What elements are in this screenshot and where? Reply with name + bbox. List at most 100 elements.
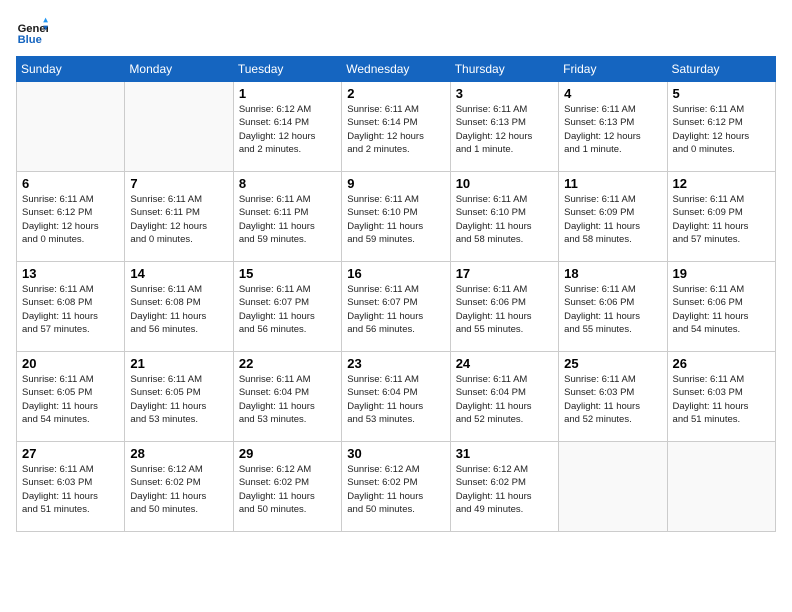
- day-info: Sunrise: 6:11 AM Sunset: 6:11 PM Dayligh…: [130, 193, 227, 246]
- calendar-cell: 10 Sunrise: 6:11 AM Sunset: 6:10 PM Dayli…: [450, 172, 558, 262]
- day-number: 13: [22, 266, 119, 281]
- day-header-saturday: Saturday: [667, 57, 775, 82]
- day-info: Sunrise: 6:11 AM Sunset: 6:12 PM Dayligh…: [22, 193, 119, 246]
- calendar-header-row: SundayMondayTuesdayWednesdayThursdayFrid…: [17, 57, 776, 82]
- day-info: Sunrise: 6:12 AM Sunset: 6:02 PM Dayligh…: [130, 463, 227, 516]
- week-row-2: 6Sunrise: 6:11 AM Sunset: 6:12 PM Daylig…: [17, 172, 776, 262]
- day-info: Sunrise: 6:11 AM Sunset: 6:13 PM Dayligh…: [564, 103, 661, 156]
- day-info: Sunrise: 6:11 AM Sunset: 6:13 PM Dayligh…: [456, 103, 553, 156]
- calendar-cell: 28 Sunrise: 6:12 AM Sunset: 6:02 PM Dayli…: [125, 442, 233, 532]
- calendar-cell: [17, 82, 125, 172]
- day-info: Sunrise: 6:11 AM Sunset: 6:06 PM Dayligh…: [456, 283, 553, 336]
- day-number: 4: [564, 86, 661, 101]
- day-number: 8: [239, 176, 336, 191]
- day-info: Sunrise: 6:11 AM Sunset: 6:10 PM Dayligh…: [347, 193, 444, 246]
- day-number: 20: [22, 356, 119, 371]
- calendar-table: SundayMondayTuesdayWednesdayThursdayFrid…: [16, 56, 776, 532]
- day-number: 27: [22, 446, 119, 461]
- calendar-cell: 16 Sunrise: 6:11 AM Sunset: 6:07 PM Dayli…: [342, 262, 450, 352]
- calendar-cell: 9 Sunrise: 6:11 AM Sunset: 6:10 PM Daylig…: [342, 172, 450, 262]
- day-header-sunday: Sunday: [17, 57, 125, 82]
- calendar-cell: 22 Sunrise: 6:11 AM Sunset: 6:04 PM Dayli…: [233, 352, 341, 442]
- day-number: 17: [456, 266, 553, 281]
- day-info: Sunrise: 6:11 AM Sunset: 6:08 PM Dayligh…: [22, 283, 119, 336]
- day-info: Sunrise: 6:11 AM Sunset: 6:05 PM Dayligh…: [22, 373, 119, 426]
- calendar-cell: 8 Sunrise: 6:11 AM Sunset: 6:11 PM Daylig…: [233, 172, 341, 262]
- calendar-cell: [559, 442, 667, 532]
- day-number: 5: [673, 86, 770, 101]
- calendar-cell: 15Sunrise: 6:11 AM Sunset: 6:07 PM Dayli…: [233, 262, 341, 352]
- day-info: Sunrise: 6:11 AM Sunset: 6:03 PM Dayligh…: [673, 373, 770, 426]
- calendar-cell: 7 Sunrise: 6:11 AM Sunset: 6:11 PM Daylig…: [125, 172, 233, 262]
- day-info: Sunrise: 6:12 AM Sunset: 6:02 PM Dayligh…: [347, 463, 444, 516]
- day-info: Sunrise: 6:12 AM Sunset: 6:02 PM Dayligh…: [456, 463, 553, 516]
- day-number: 7: [130, 176, 227, 191]
- calendar-cell: 26 Sunrise: 6:11 AM Sunset: 6:03 PM Dayli…: [667, 352, 775, 442]
- day-info: Sunrise: 6:11 AM Sunset: 6:14 PM Dayligh…: [347, 103, 444, 156]
- day-number: 24: [456, 356, 553, 371]
- calendar-cell: 19 Sunrise: 6:11 AM Sunset: 6:06 PM Dayli…: [667, 262, 775, 352]
- calendar-cell: 25 Sunrise: 6:11 AM Sunset: 6:03 PM Dayli…: [559, 352, 667, 442]
- day-number: 23: [347, 356, 444, 371]
- calendar-cell: 21Sunrise: 6:11 AM Sunset: 6:05 PM Dayli…: [125, 352, 233, 442]
- calendar-cell: 27 Sunrise: 6:11 AM Sunset: 6:03 PM Dayli…: [17, 442, 125, 532]
- day-number: 28: [130, 446, 227, 461]
- calendar-cell: 20 Sunrise: 6:11 AM Sunset: 6:05 PM Dayli…: [17, 352, 125, 442]
- day-header-monday: Monday: [125, 57, 233, 82]
- day-info: Sunrise: 6:11 AM Sunset: 6:06 PM Dayligh…: [564, 283, 661, 336]
- calendar-cell: 29Sunrise: 6:12 AM Sunset: 6:02 PM Dayli…: [233, 442, 341, 532]
- day-info: Sunrise: 6:11 AM Sunset: 6:12 PM Dayligh…: [673, 103, 770, 156]
- calendar-cell: 3 Sunrise: 6:11 AM Sunset: 6:13 PM Daylig…: [450, 82, 558, 172]
- svg-text:General: General: [18, 23, 48, 35]
- day-number: 19: [673, 266, 770, 281]
- day-number: 15: [239, 266, 336, 281]
- day-info: Sunrise: 6:11 AM Sunset: 6:10 PM Dayligh…: [456, 193, 553, 246]
- day-number: 29: [239, 446, 336, 461]
- day-info: Sunrise: 6:11 AM Sunset: 6:09 PM Dayligh…: [564, 193, 661, 246]
- day-number: 10: [456, 176, 553, 191]
- logo: General Blue: [16, 16, 52, 48]
- day-number: 18: [564, 266, 661, 281]
- day-info: Sunrise: 6:11 AM Sunset: 6:08 PM Dayligh…: [130, 283, 227, 336]
- calendar-cell: 13 Sunrise: 6:11 AM Sunset: 6:08 PM Dayli…: [17, 262, 125, 352]
- day-number: 31: [456, 446, 553, 461]
- calendar-cell: [667, 442, 775, 532]
- calendar-cell: 30 Sunrise: 6:12 AM Sunset: 6:02 PM Dayli…: [342, 442, 450, 532]
- week-row-4: 20 Sunrise: 6:11 AM Sunset: 6:05 PM Dayli…: [17, 352, 776, 442]
- day-info: Sunrise: 6:11 AM Sunset: 6:03 PM Dayligh…: [564, 373, 661, 426]
- calendar-cell: 2 Sunrise: 6:11 AM Sunset: 6:14 PM Daylig…: [342, 82, 450, 172]
- day-info: Sunrise: 6:12 AM Sunset: 6:14 PM Dayligh…: [239, 103, 336, 156]
- day-header-wednesday: Wednesday: [342, 57, 450, 82]
- calendar-cell: 4 Sunrise: 6:11 AM Sunset: 6:13 PM Daylig…: [559, 82, 667, 172]
- day-number: 26: [673, 356, 770, 371]
- week-row-1: 1 Sunrise: 6:12 AM Sunset: 6:14 PM Daylig…: [17, 82, 776, 172]
- svg-text:Blue: Blue: [18, 34, 42, 46]
- calendar-cell: 1 Sunrise: 6:12 AM Sunset: 6:14 PM Daylig…: [233, 82, 341, 172]
- day-info: Sunrise: 6:11 AM Sunset: 6:11 PM Dayligh…: [239, 193, 336, 246]
- day-number: 2: [347, 86, 444, 101]
- day-info: Sunrise: 6:11 AM Sunset: 6:07 PM Dayligh…: [347, 283, 444, 336]
- day-number: 1: [239, 86, 336, 101]
- day-number: 16: [347, 266, 444, 281]
- page-header: General Blue: [16, 16, 776, 48]
- day-info: Sunrise: 6:11 AM Sunset: 6:04 PM Dayligh…: [239, 373, 336, 426]
- day-info: Sunrise: 6:11 AM Sunset: 6:03 PM Dayligh…: [22, 463, 119, 516]
- week-row-5: 27 Sunrise: 6:11 AM Sunset: 6:03 PM Dayli…: [17, 442, 776, 532]
- day-number: 9: [347, 176, 444, 191]
- calendar-cell: 17 Sunrise: 6:11 AM Sunset: 6:06 PM Dayli…: [450, 262, 558, 352]
- day-number: 3: [456, 86, 553, 101]
- calendar-cell: 5 Sunrise: 6:11 AM Sunset: 6:12 PM Daylig…: [667, 82, 775, 172]
- day-info: Sunrise: 6:11 AM Sunset: 6:04 PM Dayligh…: [456, 373, 553, 426]
- calendar-cell: 24 Sunrise: 6:11 AM Sunset: 6:04 PM Dayli…: [450, 352, 558, 442]
- day-number: 25: [564, 356, 661, 371]
- day-number: 22: [239, 356, 336, 371]
- calendar-cell: [125, 82, 233, 172]
- day-number: 21: [130, 356, 227, 371]
- day-number: 30: [347, 446, 444, 461]
- day-info: Sunrise: 6:11 AM Sunset: 6:09 PM Dayligh…: [673, 193, 770, 246]
- day-header-friday: Friday: [559, 57, 667, 82]
- calendar-cell: 23Sunrise: 6:11 AM Sunset: 6:04 PM Dayli…: [342, 352, 450, 442]
- logo-icon: General Blue: [16, 16, 48, 48]
- day-number: 12: [673, 176, 770, 191]
- day-info: Sunrise: 6:11 AM Sunset: 6:06 PM Dayligh…: [673, 283, 770, 336]
